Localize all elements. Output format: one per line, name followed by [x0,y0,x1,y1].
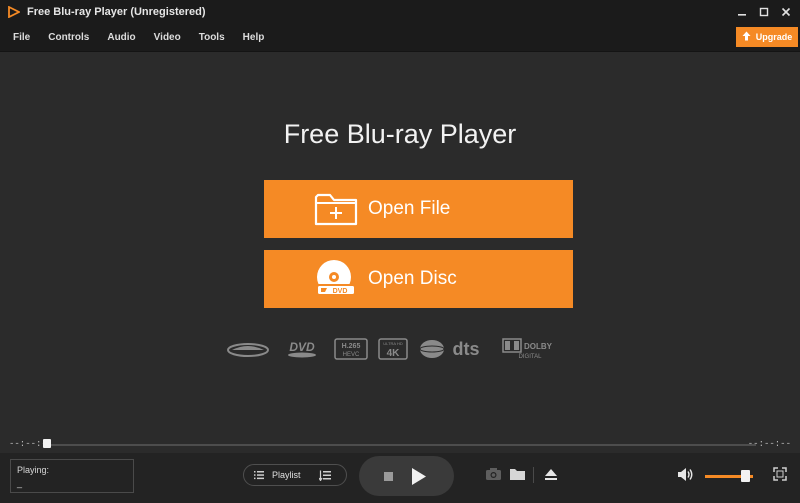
upgrade-button[interactable]: Upgrade [736,27,798,47]
progress-handle[interactable] [43,439,51,448]
svg-text:ULTRA HD: ULTRA HD [383,341,403,346]
fullscreen-icon[interactable] [771,466,789,482]
dts-logo-icon: dts [418,338,492,360]
dvd-logo-icon: DVD [280,339,324,359]
menu-tools[interactable]: Tools [199,32,225,43]
menu-file[interactable]: File [13,32,30,43]
progress-row: --:--:-- --:--:-- [0,437,800,453]
control-bar: Playing: _ Playlist [0,453,800,503]
app-heading: Free Blu-ray Player [283,119,517,149]
svg-text:dts: dts [453,339,480,359]
menu-help[interactable]: Help [243,32,265,43]
camera-icon[interactable] [484,466,502,482]
open-disc-label: Open Disc [368,268,457,289]
list-icon [254,470,264,480]
svg-text:4K: 4K [387,348,401,359]
folder-add-icon [306,191,366,227]
svg-text:DOLBY: DOLBY [524,342,553,351]
main-area: Free Blu-ray Player Open File DVD Open D… [0,52,800,437]
open-file-label: Open File [368,198,451,219]
menu-bar: File Controls Audio Video Tools Help Upg… [0,24,800,52]
playlist-label: Playlist [272,470,301,480]
open-disc-button[interactable]: DVD Open Disc [264,250,573,308]
maximize-icon[interactable] [756,4,772,20]
close-icon[interactable] [778,4,794,20]
format-logos: DVD H.265 HEVC ULTRA HD 4K dts DOLBY DIG… [226,338,558,360]
volume-icon[interactable] [676,466,694,482]
menu-audio[interactable]: Audio [107,32,135,43]
svg-text:DIGITAL: DIGITAL [519,354,543,360]
h265-logo-icon: H.265 HEVC [334,338,368,360]
toolbar-divider [533,467,534,483]
playing-label: Playing: [17,465,50,475]
window-controls [734,0,794,24]
playlist-sort-icon[interactable] [318,470,331,481]
progress-track[interactable] [44,444,756,446]
svg-text:H.265: H.265 [342,343,361,350]
4k-logo-icon: ULTRA HD 4K [378,338,408,360]
volume-handle[interactable] [741,470,750,482]
stop-icon[interactable] [384,471,393,481]
folder-icon[interactable] [508,466,526,482]
app-logo-icon [7,5,21,19]
total-time: --:--:-- [747,439,791,449]
menu-video[interactable]: Video [154,32,181,43]
svg-text:DVD: DVD [289,340,315,354]
now-playing-box: Playing: _ [10,459,134,493]
disc-icon: DVD [306,258,366,300]
blu-ray-logo-icon [226,339,270,359]
title-bar: Free Blu-ray Player (Unregistered) [0,0,800,24]
minimize-icon[interactable] [734,4,750,20]
playing-value: _ [17,478,23,488]
svg-text:HEVC: HEVC [343,352,360,358]
play-icon[interactable] [412,467,426,485]
playlist-toggle[interactable]: Playlist [243,464,347,486]
upgrade-arrow-icon [742,31,751,43]
svg-text:DVD: DVD [333,288,348,295]
window-title: Free Blu-ray Player (Unregistered) [27,6,206,18]
upgrade-label: Upgrade [755,32,793,42]
open-file-button[interactable]: Open File [264,180,573,238]
transport-controls [359,456,454,496]
menu-controls[interactable]: Controls [48,32,89,43]
eject-icon[interactable] [542,466,560,482]
dolby-digital-logo-icon: DOLBY DIGITAL [502,338,558,360]
